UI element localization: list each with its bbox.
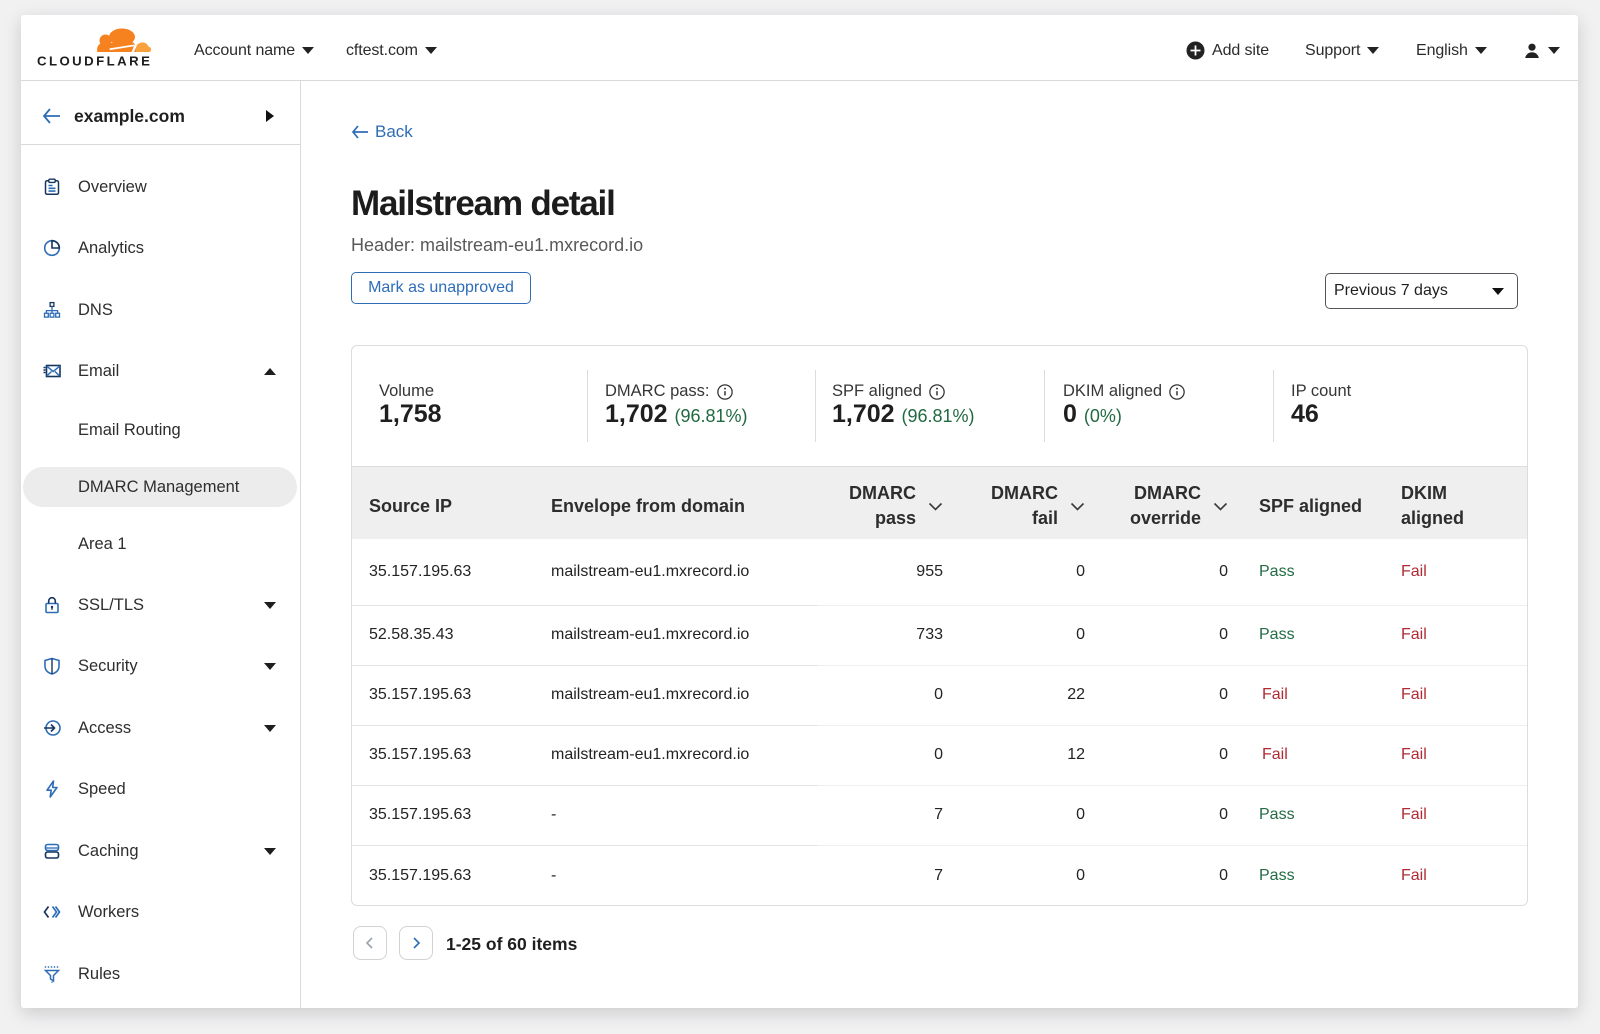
svg-text:CLOUDFLARE: CLOUDFLARE — [37, 54, 152, 68]
